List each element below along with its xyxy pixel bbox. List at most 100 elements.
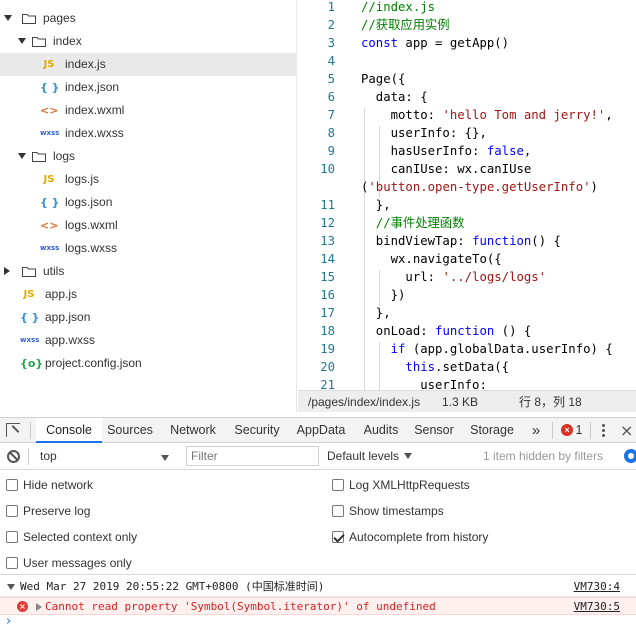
tree-file[interactable]: { } index.json: [0, 76, 297, 99]
tree-folder[interactable]: logs: [0, 145, 297, 168]
code-line[interactable]: 4: [298, 52, 636, 70]
tab-storage[interactable]: Storage: [466, 418, 518, 443]
tree-file[interactable]: JS index.js: [0, 53, 297, 76]
chevron-right-icon[interactable]: [4, 267, 10, 275]
code-line[interactable]: 13 bindViewTap: function() {: [298, 232, 636, 250]
tab-security[interactable]: Security: [228, 418, 286, 443]
log-levels-dropdown[interactable]: Default levels: [327, 447, 412, 466]
tab-audits[interactable]: Audits: [358, 418, 404, 443]
code-line[interactable]: 12 //事件处理函数: [298, 214, 636, 232]
code-line[interactable]: 5 Page({: [298, 70, 636, 88]
context-selector[interactable]: top: [34, 447, 176, 466]
code-line[interactable]: 16 }): [298, 286, 636, 304]
tree-file[interactable]: wxss logs.wxss: [0, 237, 297, 260]
expand-triangle-icon[interactable]: [7, 584, 15, 590]
code-line[interactable]: 21 userInfo:: [298, 376, 636, 390]
error-message-row[interactable]: × Cannot read property 'Symbol(Symbol.it…: [0, 597, 636, 615]
error-text: Cannot read property 'Symbol(Symbol.iter…: [45, 600, 436, 613]
tree-file[interactable]: <> logs.wxml: [0, 214, 297, 237]
code-line[interactable]: 17 },: [298, 304, 636, 322]
tree-folder[interactable]: index: [0, 30, 297, 53]
tree-label: logs.wxml: [65, 218, 118, 232]
tab-sensor[interactable]: Sensor: [410, 418, 458, 443]
more-tabs-button[interactable]: »: [526, 418, 546, 443]
json-file-icon: { }: [40, 81, 60, 94]
close-icon[interactable]: ×: [620, 421, 633, 440]
code-line[interactable]: 14 wx.navigateTo({: [298, 250, 636, 268]
tab-sources[interactable]: Sources: [102, 418, 158, 443]
expand-triangle-icon[interactable]: [36, 603, 42, 611]
tree-folder[interactable]: utils: [0, 260, 297, 283]
code-line[interactable]: 10 canIUse: wx.canIUse: [298, 160, 636, 178]
line-number: 14: [320, 252, 335, 266]
code-text: bindViewTap: function() {: [361, 234, 561, 248]
code-line[interactable]: 2 //获取应用实例: [298, 16, 636, 34]
tree-label: logs: [53, 149, 76, 163]
code-line[interactable]: 15 url: '../logs/logs': [298, 268, 636, 286]
code-line[interactable]: 8 userInfo: {},: [298, 124, 636, 142]
tree-file[interactable]: JS app.js: [0, 283, 297, 306]
code-text: url: '../logs/logs': [361, 270, 547, 284]
code-line[interactable]: 18 onLoad: function () {: [298, 322, 636, 340]
tree-label: logs.json: [65, 195, 113, 209]
checkbox[interactable]: [332, 531, 344, 543]
code-text: //事件处理函数: [361, 216, 465, 230]
code-line[interactable]: 1 //index.js: [298, 0, 636, 16]
code-line[interactable]: 11 },: [298, 196, 636, 214]
code-line[interactable]: 19 if (app.globalData.userInfo) {: [298, 340, 636, 358]
log-group-header[interactable]: Wed Mar 27 2019 20:55:22 GMT+0800 (中国标准时…: [0, 577, 636, 597]
tree-file[interactable]: wxss index.wxss: [0, 122, 297, 145]
code-line[interactable]: 9 hasUserInfo: false,: [298, 142, 636, 160]
checkbox[interactable]: [6, 505, 18, 517]
line-number: 19: [320, 342, 335, 356]
error-count[interactable]: 1: [574, 418, 584, 443]
option-label: Show timestamps: [349, 504, 444, 518]
log-source-link[interactable]: VM730:5: [574, 598, 620, 616]
chevron-down-icon[interactable]: [18, 38, 26, 44]
cursor-position[interactable]: 行 8，列 18: [519, 391, 582, 413]
tree-file[interactable]: JS logs.js: [0, 168, 297, 191]
checkbox[interactable]: [332, 505, 344, 517]
code-line[interactable]: 20 this.setData({: [298, 358, 636, 376]
checkbox[interactable]: [6, 557, 18, 569]
line-number: 10: [320, 162, 335, 176]
chevron-down-icon[interactable]: [4, 15, 12, 21]
settings-gear-icon[interactable]: [624, 449, 636, 463]
code-editor[interactable]: 1 //index.js 2 //获取应用实例 3 const app = getApp(…: [298, 0, 636, 390]
code-text: userInfo:: [361, 378, 487, 390]
tree-file[interactable]: { } logs.json: [0, 191, 297, 214]
tree-label: index.js: [65, 57, 106, 71]
code-line[interactable]: ('button.open-type.getUserInfo'): [298, 178, 636, 196]
console-prompt[interactable]: ›: [6, 615, 11, 628]
js-file-icon: JS: [43, 59, 55, 70]
code-text: //index.js: [361, 0, 436, 14]
clear-console-icon[interactable]: [7, 450, 20, 463]
filter-input[interactable]: [186, 446, 319, 466]
chevron-down-icon[interactable]: [18, 153, 26, 159]
error-icon[interactable]: ×: [561, 424, 573, 436]
checkbox[interactable]: [6, 531, 18, 543]
code-line[interactable]: 6 data: {: [298, 88, 636, 106]
folder-icon: [22, 267, 36, 277]
log-source-link[interactable]: VM730:4: [574, 577, 620, 597]
option-label: Log XMLHttpRequests: [349, 478, 470, 492]
tab-appdata[interactable]: AppData: [292, 418, 350, 443]
option-label: Autocomplete from history: [349, 530, 489, 544]
checkbox[interactable]: [332, 479, 344, 491]
tab-console[interactable]: Console: [36, 418, 102, 443]
tree-file[interactable]: wxss app.wxss: [0, 329, 297, 352]
config-file-icon: {o}: [20, 357, 44, 370]
tree-file[interactable]: <> index.wxml: [0, 99, 297, 122]
more-options-icon[interactable]: [602, 424, 605, 438]
code-line[interactable]: 7 motto: 'hello Tom and jerry!',: [298, 106, 636, 124]
tab-network[interactable]: Network: [162, 418, 224, 443]
tree-file[interactable]: {o} project.config.json: [0, 352, 297, 375]
code-line[interactable]: 3 const app = getApp(): [298, 34, 636, 52]
code-text: const app = getApp(): [361, 36, 510, 50]
checkbox[interactable]: [6, 479, 18, 491]
tree-file[interactable]: { } app.json: [0, 306, 297, 329]
inspect-element-icon[interactable]: [0, 418, 28, 443]
tree-folder[interactable]: pages: [0, 7, 297, 30]
code-text: }): [361, 288, 406, 302]
code-text: userInfo: {},: [361, 126, 487, 140]
